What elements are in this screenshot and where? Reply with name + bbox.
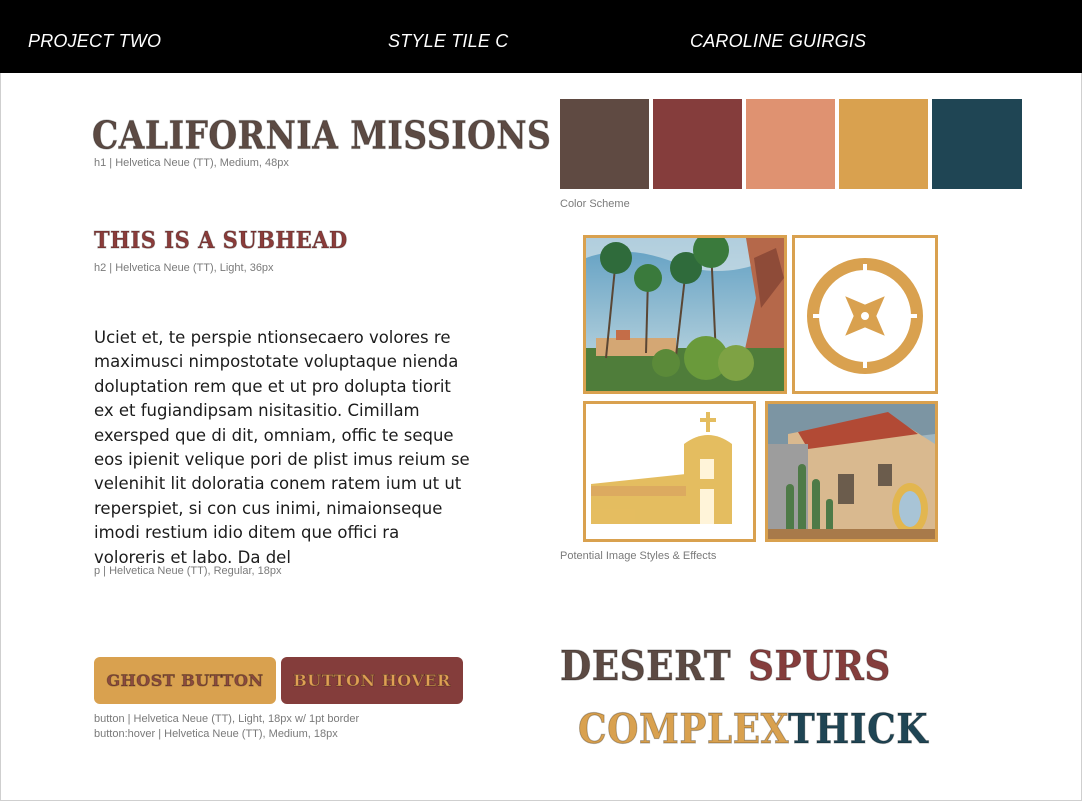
display-word-spurs: SPURS xyxy=(748,641,891,691)
author-name: CAROLINE GUIRGIS xyxy=(690,31,867,51)
h2-spec: h2 | Helvetica Neue (TT), Light, 36px xyxy=(94,262,274,274)
hover-button[interactable]: BUTTON HOVER xyxy=(281,657,463,704)
color-scheme-label: Color Scheme xyxy=(560,198,630,210)
mission-painting-palms xyxy=(583,235,787,394)
compass-icon xyxy=(807,258,923,374)
swatch-5 xyxy=(932,99,1022,189)
ghost-button[interactable]: GHOST BUTTON xyxy=(94,657,276,704)
mission-cactus-illustration xyxy=(768,404,935,539)
mission-church-image xyxy=(583,401,756,542)
h1-spec: h1 | Helvetica Neue (TT), Medium, 48px xyxy=(94,157,289,169)
h2-sample: THIS IS A SUBHEAD xyxy=(94,225,348,254)
mission-painting-cactus xyxy=(765,401,938,542)
swatch-4 xyxy=(839,99,928,189)
swatch-3 xyxy=(746,99,835,189)
mission-palms-illustration xyxy=(586,238,784,391)
mission-church-icon xyxy=(591,412,732,524)
swatch-2 xyxy=(653,99,742,189)
swatch-1 xyxy=(560,99,649,189)
h1-sample: CALIFORNIA MISSIONS xyxy=(91,112,552,158)
style-tile-title: STYLE TILE C xyxy=(388,31,509,51)
button-spec-line1: button | Helvetica Neue (TT), Light, 18p… xyxy=(94,713,360,725)
compass-image xyxy=(792,235,938,394)
image-styles-label: Potential Image Styles & Effects xyxy=(560,550,717,562)
paragraph-sample: Uciet et, te perspie ntionsecaero volore… xyxy=(94,328,470,567)
display-word-complex: COMPLEX xyxy=(577,704,790,754)
project-title: PROJECT TWO xyxy=(28,31,162,51)
button-spec-line2: button:hover | Helvetica Neue (TT), Medi… xyxy=(94,728,338,740)
display-word-thick: THICK xyxy=(787,704,929,754)
paragraph-spec: p | Helvetica Neue (TT), Regular, 18px xyxy=(94,565,282,577)
display-word-desert: DESERT xyxy=(559,641,732,691)
top-bar: PROJECT TWO STYLE TILE C CAROLINE GUIRGI… xyxy=(0,0,1082,73)
